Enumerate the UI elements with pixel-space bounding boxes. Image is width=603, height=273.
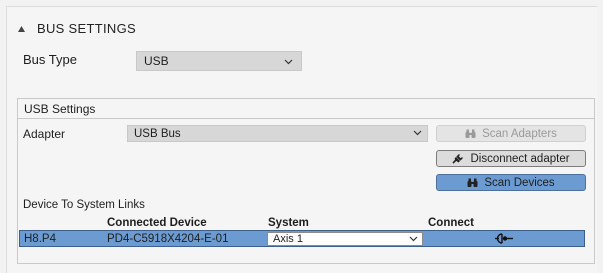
binoculars-icon — [467, 178, 478, 188]
system-value: Axis 1 — [273, 233, 303, 245]
section-header[interactable]: BUS SETTINGS — [17, 21, 136, 36]
bus-type-value: USB — [144, 54, 169, 68]
scan-devices-label: Scan Devices — [484, 176, 555, 189]
scan-devices-button[interactable]: Scan Devices — [436, 174, 586, 191]
scan-adapters-label: Scan Adapters — [482, 127, 557, 140]
adapter-dropdown[interactable]: USB Bus — [127, 125, 428, 142]
chevron-down-icon — [409, 234, 418, 246]
binoculars-icon — [465, 129, 476, 139]
connect-plug-icon[interactable] — [495, 232, 513, 248]
section-title: BUS SETTINGS — [37, 21, 136, 36]
unplug-icon — [452, 153, 464, 164]
disconnect-adapter-label: Disconnect adapter — [470, 152, 570, 165]
disconnect-adapter-button[interactable]: Disconnect adapter — [436, 150, 586, 167]
row-device: PD4-C5918X4204-E-01 — [107, 233, 229, 245]
bus-type-label: Bus Type — [23, 52, 77, 67]
usb-settings-header: USB Settings — [18, 99, 594, 119]
column-header-connect: Connect — [428, 217, 474, 229]
chevron-down-icon — [413, 128, 422, 140]
adapter-label: Adapter — [23, 127, 66, 141]
table-row[interactable]: H8.P4 PD4-C5918X4204-E-01 Axis 1 — [19, 230, 585, 247]
adapter-value: USB Bus — [134, 127, 181, 140]
chevron-down-icon — [284, 55, 293, 69]
column-header-device: Connected Device — [107, 217, 207, 229]
row-id: H8.P4 — [24, 233, 56, 245]
scrollbar[interactable] — [597, 6, 603, 273]
bus-type-dropdown[interactable]: USB — [136, 51, 302, 71]
device-system-links-label: Device To System Links — [23, 199, 145, 211]
column-header-system: System — [268, 217, 309, 229]
scan-adapters-button[interactable]: Scan Adapters — [436, 125, 586, 142]
system-dropdown[interactable]: Axis 1 — [267, 232, 423, 246]
collapse-triangle-icon[interactable] — [17, 25, 25, 33]
